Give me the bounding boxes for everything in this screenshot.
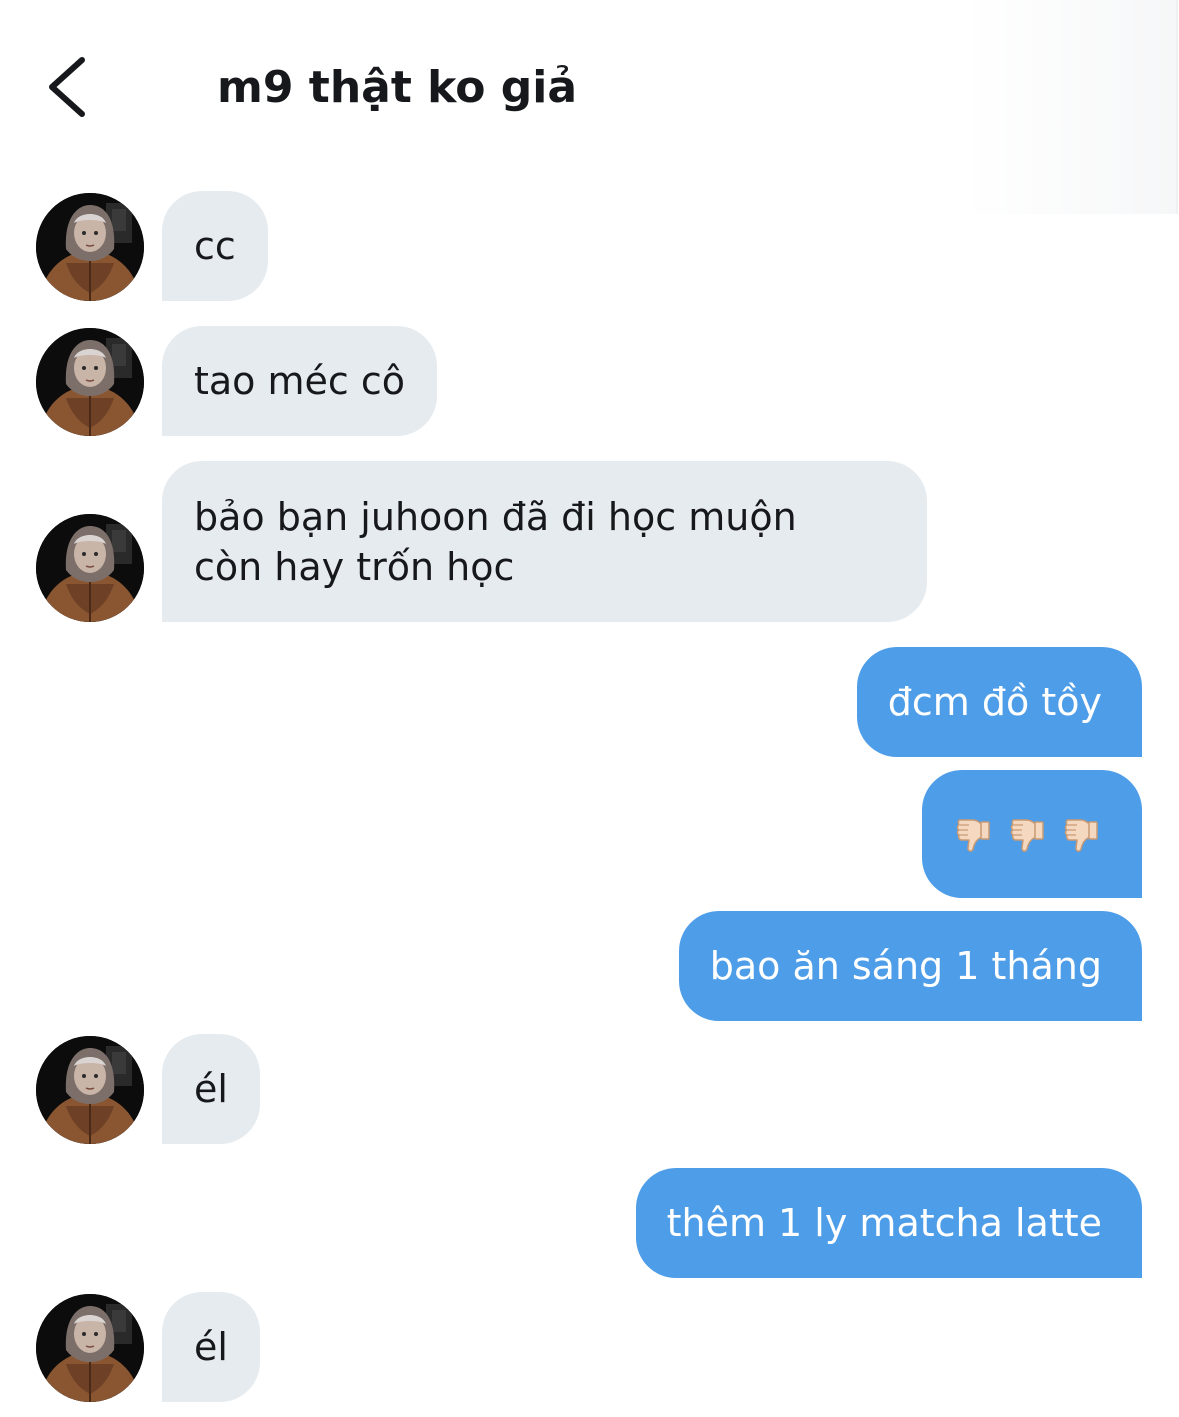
avatar[interactable] xyxy=(36,1294,144,1402)
avatar[interactable] xyxy=(36,193,144,301)
message-text-line: bảo bạn juhoon đã đi học muộn xyxy=(194,494,797,539)
message-bubble-incoming[interactable]: él xyxy=(162,1034,260,1144)
avatar[interactable] xyxy=(36,328,144,436)
message-text: đcm đồ tồy xyxy=(887,680,1102,724)
background-overlay xyxy=(870,0,1178,214)
message-bubble-outgoing[interactable]: bao ăn sáng 1 tháng xyxy=(678,911,1142,1021)
message-text: cc xyxy=(194,224,236,268)
conversation-header: m9 thật ko giả xyxy=(0,0,1179,214)
message-bubble-incoming[interactable]: él xyxy=(162,1292,260,1402)
message-bubble-outgoing[interactable]: đcm đồ tồy xyxy=(856,647,1142,757)
conversation-title: m9 thật ko giả xyxy=(217,62,578,113)
message-text-line: còn hay trốn học xyxy=(194,544,515,589)
message-bubble-outgoing[interactable]: thêm 1 ly matcha latte xyxy=(635,1168,1142,1278)
message-text: tao méc cô xyxy=(194,359,406,403)
thumbs-down-icon xyxy=(1062,814,1102,854)
thumbs-down-icon xyxy=(1008,814,1048,854)
message-bubble-incoming[interactable]: tao méc cô xyxy=(162,326,438,436)
emoji-row xyxy=(954,814,1102,854)
thumbs-down-icon xyxy=(954,814,994,854)
message-text: él xyxy=(194,1325,228,1369)
message-text: él xyxy=(194,1067,228,1111)
chevron-left-icon xyxy=(49,57,85,117)
back-button[interactable] xyxy=(40,52,96,122)
message-bubble-outgoing[interactable] xyxy=(922,770,1142,898)
message-text: bao ăn sáng 1 tháng xyxy=(709,944,1102,988)
message-bubble-incoming[interactable]: cc xyxy=(162,191,268,301)
message-bubble-incoming[interactable]: bảo bạn juhoon đã đi học muộn còn hay tr… xyxy=(162,461,927,622)
message-text: thêm 1 ly matcha latte xyxy=(666,1201,1102,1245)
avatar[interactable] xyxy=(36,1036,144,1144)
avatar[interactable] xyxy=(36,514,144,622)
